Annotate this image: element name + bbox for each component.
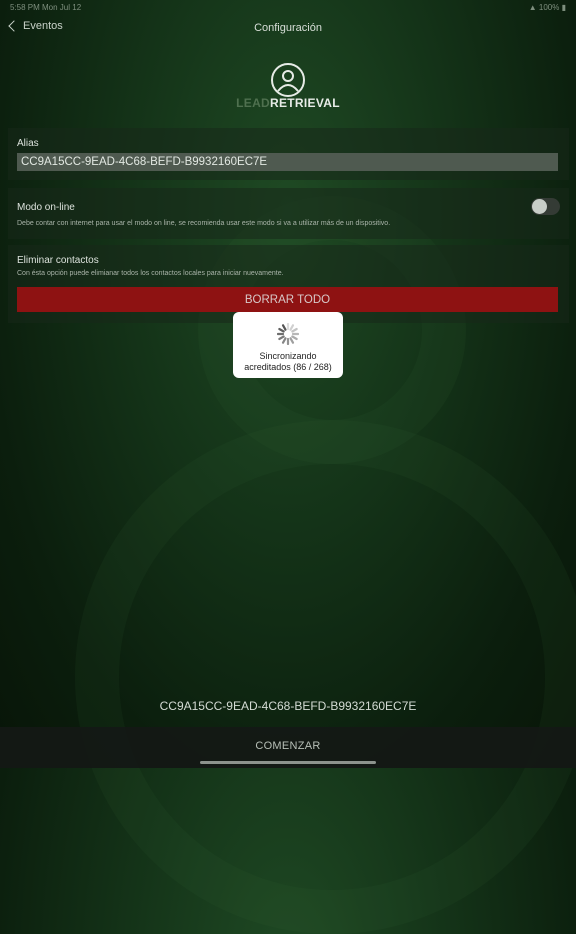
user-circle-icon xyxy=(271,63,305,97)
spinner-spoke xyxy=(281,324,287,331)
navigation-bar: Eventos Configuración xyxy=(0,18,576,40)
spinner-spoke xyxy=(291,327,298,333)
status-bar: 5:58 PM Mon Jul 12 ▲ 100% ▮ xyxy=(0,0,576,14)
delete-contacts-label: Eliminar contactos xyxy=(17,255,99,266)
delete-all-button[interactable]: BORRAR TODO xyxy=(17,287,558,312)
sync-message-line2: acreditados (86 / 268) xyxy=(244,362,332,372)
sync-progress-hud: Sincronizando acreditados (86 / 268) xyxy=(233,312,343,378)
toggle-knob xyxy=(532,199,547,214)
activity-spinner-icon xyxy=(277,323,299,345)
logo-text-retrieval: RETRIEVAL xyxy=(270,96,340,110)
device-id-text: CC9A15CC-9EAD-4C68-BEFD-B9932160EC7E xyxy=(159,699,417,713)
background-ring-body xyxy=(75,420,576,934)
start-button[interactable]: COMENZAR xyxy=(0,740,576,752)
spinner-spoke xyxy=(289,324,295,331)
alias-section: Alias xyxy=(8,128,569,180)
delete-contacts-description: Con ésta opción puede elimianar todos lo… xyxy=(17,270,284,277)
logo-wordmark: LEADRETRIEVAL xyxy=(0,96,576,110)
logo-text-lead: LEAD xyxy=(236,96,271,110)
footer-bar: COMENZAR xyxy=(0,727,576,768)
online-mode-description: Debe contar con internet para usar el mo… xyxy=(17,220,391,227)
online-mode-toggle[interactable] xyxy=(531,198,560,215)
online-mode-section: Modo on-line Debe contar con internet pa… xyxy=(8,188,569,239)
sync-message-line1: Sincronizando xyxy=(259,351,317,361)
alias-input[interactable] xyxy=(17,153,558,171)
home-indicator xyxy=(200,761,376,764)
alias-label: Alias xyxy=(17,138,39,149)
status-time: 5:58 PM Mon Jul 12 xyxy=(10,3,82,12)
spinner-spoke xyxy=(289,337,295,344)
sync-message: Sincronizando acreditados (86 / 268) xyxy=(233,351,343,373)
spinner-spoke xyxy=(281,337,287,344)
app-logo: LEADRETRIEVAL xyxy=(0,62,576,110)
spinner-spoke xyxy=(278,327,285,333)
online-mode-label: Modo on-line xyxy=(17,202,75,213)
status-battery: ▲ 100% ▮ xyxy=(528,3,566,12)
page-title: Configuración xyxy=(254,22,322,34)
spinner-spoke xyxy=(291,335,298,341)
spinner-spoke xyxy=(278,335,285,341)
